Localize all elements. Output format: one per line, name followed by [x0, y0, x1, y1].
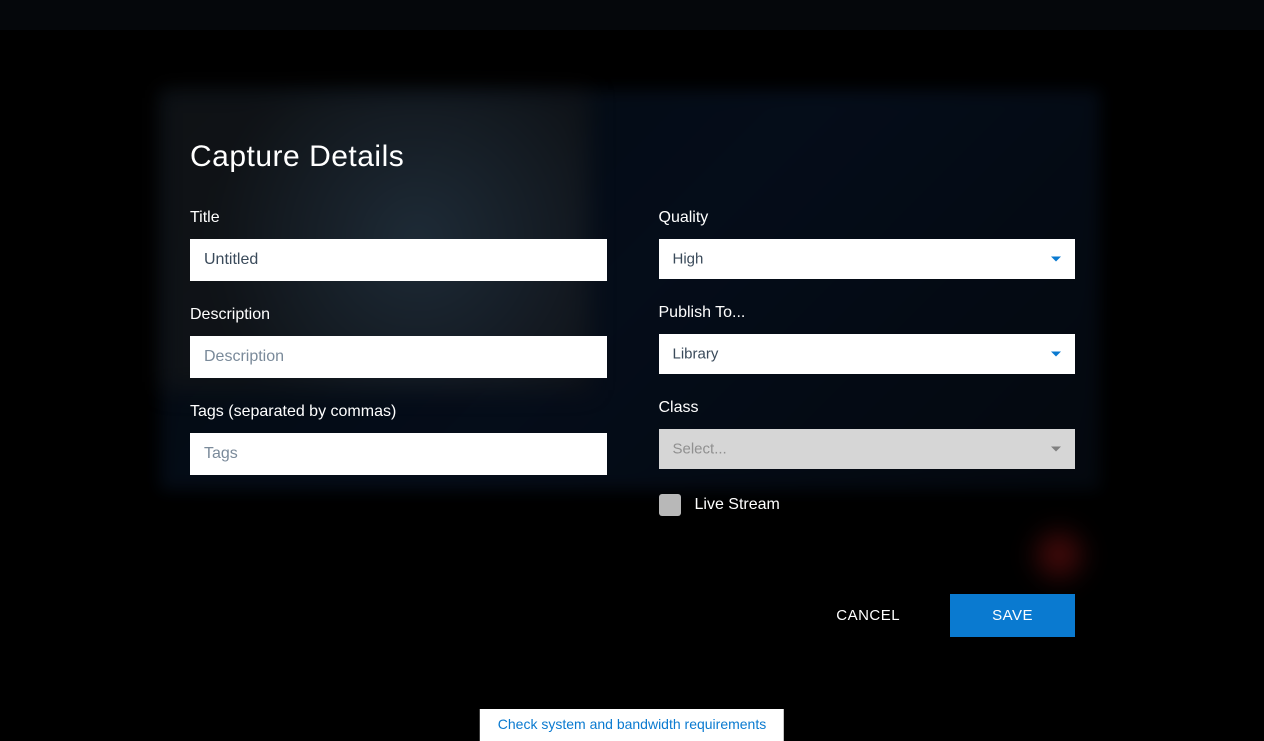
title-label: Title [190, 209, 607, 227]
quality-field: Quality High [659, 209, 1076, 279]
tags-input[interactable] [190, 433, 607, 475]
chevron-down-icon [1051, 447, 1061, 452]
form-columns: Title Description Tags (separated by com… [190, 209, 1075, 516]
quality-label: Quality [659, 209, 1076, 227]
right-column: Quality High Publish To... Library Class… [659, 209, 1076, 516]
live-stream-checkbox[interactable] [659, 494, 681, 516]
system-requirements-link[interactable]: Check system and bandwidth requirements [498, 716, 766, 732]
tags-label: Tags (separated by commas) [190, 403, 607, 421]
modal-title: Capture Details [190, 140, 1075, 174]
title-input[interactable] [190, 239, 607, 281]
quality-select-value: High [673, 251, 704, 268]
quality-select[interactable]: High [659, 239, 1076, 279]
left-column: Title Description Tags (separated by com… [190, 209, 607, 516]
description-input[interactable] [190, 336, 607, 378]
publish-field: Publish To... Library [659, 304, 1076, 374]
top-bar [0, 0, 1264, 30]
chevron-down-icon [1051, 257, 1061, 262]
cancel-button[interactable]: CANCEL [836, 607, 900, 624]
publish-select[interactable]: Library [659, 334, 1076, 374]
description-field: Description [190, 306, 607, 378]
publish-select-value: Library [673, 346, 719, 363]
publish-label: Publish To... [659, 304, 1076, 322]
class-field: Class Select... [659, 399, 1076, 469]
title-field: Title [190, 209, 607, 281]
class-label: Class [659, 399, 1076, 417]
tags-field: Tags (separated by commas) [190, 403, 607, 475]
class-select-value: Select... [673, 441, 727, 458]
capture-details-modal: Capture Details Title Description Tags (… [190, 140, 1075, 637]
footer-banner: Check system and bandwidth requirements [480, 709, 784, 741]
chevron-down-icon [1051, 352, 1061, 357]
description-label: Description [190, 306, 607, 324]
save-button[interactable]: SAVE [950, 594, 1075, 637]
modal-actions: CANCEL SAVE [190, 594, 1075, 637]
class-select[interactable]: Select... [659, 429, 1076, 469]
live-stream-row: Live Stream [659, 494, 1076, 516]
live-stream-label: Live Stream [695, 496, 780, 514]
